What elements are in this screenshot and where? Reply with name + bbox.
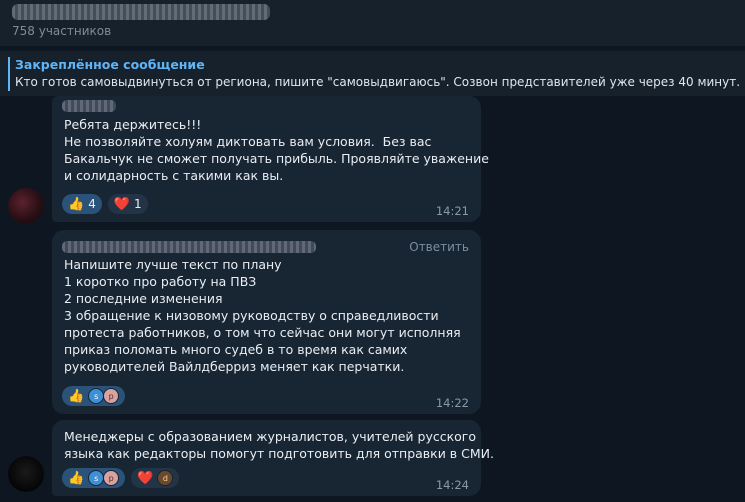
reactor-avatar: s (88, 388, 105, 404)
message-time: 14:22 (435, 396, 469, 410)
reaction-thumbs-up[interactable]: 👍 4 (62, 194, 102, 214)
thumbs-up-icon: 👍 (68, 470, 85, 486)
reaction-count: 1 (134, 197, 142, 211)
sender-name-redacted[interactable] (62, 241, 316, 253)
message-bubble[interactable]: Ребята держитесь!!! Не позволяйте холуям… (52, 96, 489, 222)
thumbs-up-icon: 👍 (68, 196, 85, 212)
reply-button[interactable]: Ответить (409, 240, 469, 254)
heart-icon: ❤️ (113, 196, 131, 212)
sender-name-redacted[interactable] (62, 100, 116, 112)
message-text: Ребята держитесь!!! Не позволяйте холуям… (64, 117, 489, 183)
pinned-accent-line (8, 57, 10, 91)
message-text: Менеджеры с образованием журналистов, уч… (64, 429, 494, 461)
reaction-thumbs-up[interactable]: 👍 s p (62, 468, 126, 488)
sender-avatar[interactable] (8, 188, 44, 224)
message-time: 14:21 (435, 204, 469, 218)
reaction-thumbs-up[interactable]: 👍 s p (62, 386, 126, 406)
reaction-heart[interactable]: ❤️ d (131, 468, 180, 488)
pinned-text: Кто готов самовыдвинуться от региона, пи… (15, 75, 741, 89)
thumbs-up-icon: 👍 (68, 388, 85, 404)
chat-title-redacted[interactable] (12, 4, 270, 20)
pinned-message-bar[interactable]: Закреплённое сообщение Кто готов самовыд… (0, 50, 745, 96)
message-bubble[interactable]: Ответить Напишите лучше текст по плану 1… (52, 230, 481, 414)
reaction-count: 4 (88, 197, 96, 211)
sender-avatar[interactable] (8, 456, 44, 492)
reactor-avatar: p (103, 388, 120, 404)
message-time: 14:24 (435, 478, 469, 492)
reactions-bar: 👍 4 ❤️ 1 (62, 194, 148, 214)
reactor-avatar: d (157, 470, 174, 486)
reactor-avatar: s (88, 470, 105, 486)
message-bubble[interactable]: Менеджеры с образованием журналистов, уч… (52, 420, 494, 496)
message-text: Напишите лучше текст по плану 1 коротко … (64, 257, 461, 374)
heart-icon: ❤️ (137, 470, 154, 486)
pinned-title: Закреплённое сообщение (15, 57, 205, 72)
reactions-bar: 👍 s p ❤️ d (62, 468, 180, 488)
chat-header[interactable]: 758 участников (0, 0, 745, 46)
reactions-bar: 👍 s p (62, 386, 126, 406)
members-count: 758 участников (12, 24, 112, 38)
reaction-heart[interactable]: ❤️ 1 (107, 194, 148, 214)
reactor-avatar: p (103, 470, 120, 486)
